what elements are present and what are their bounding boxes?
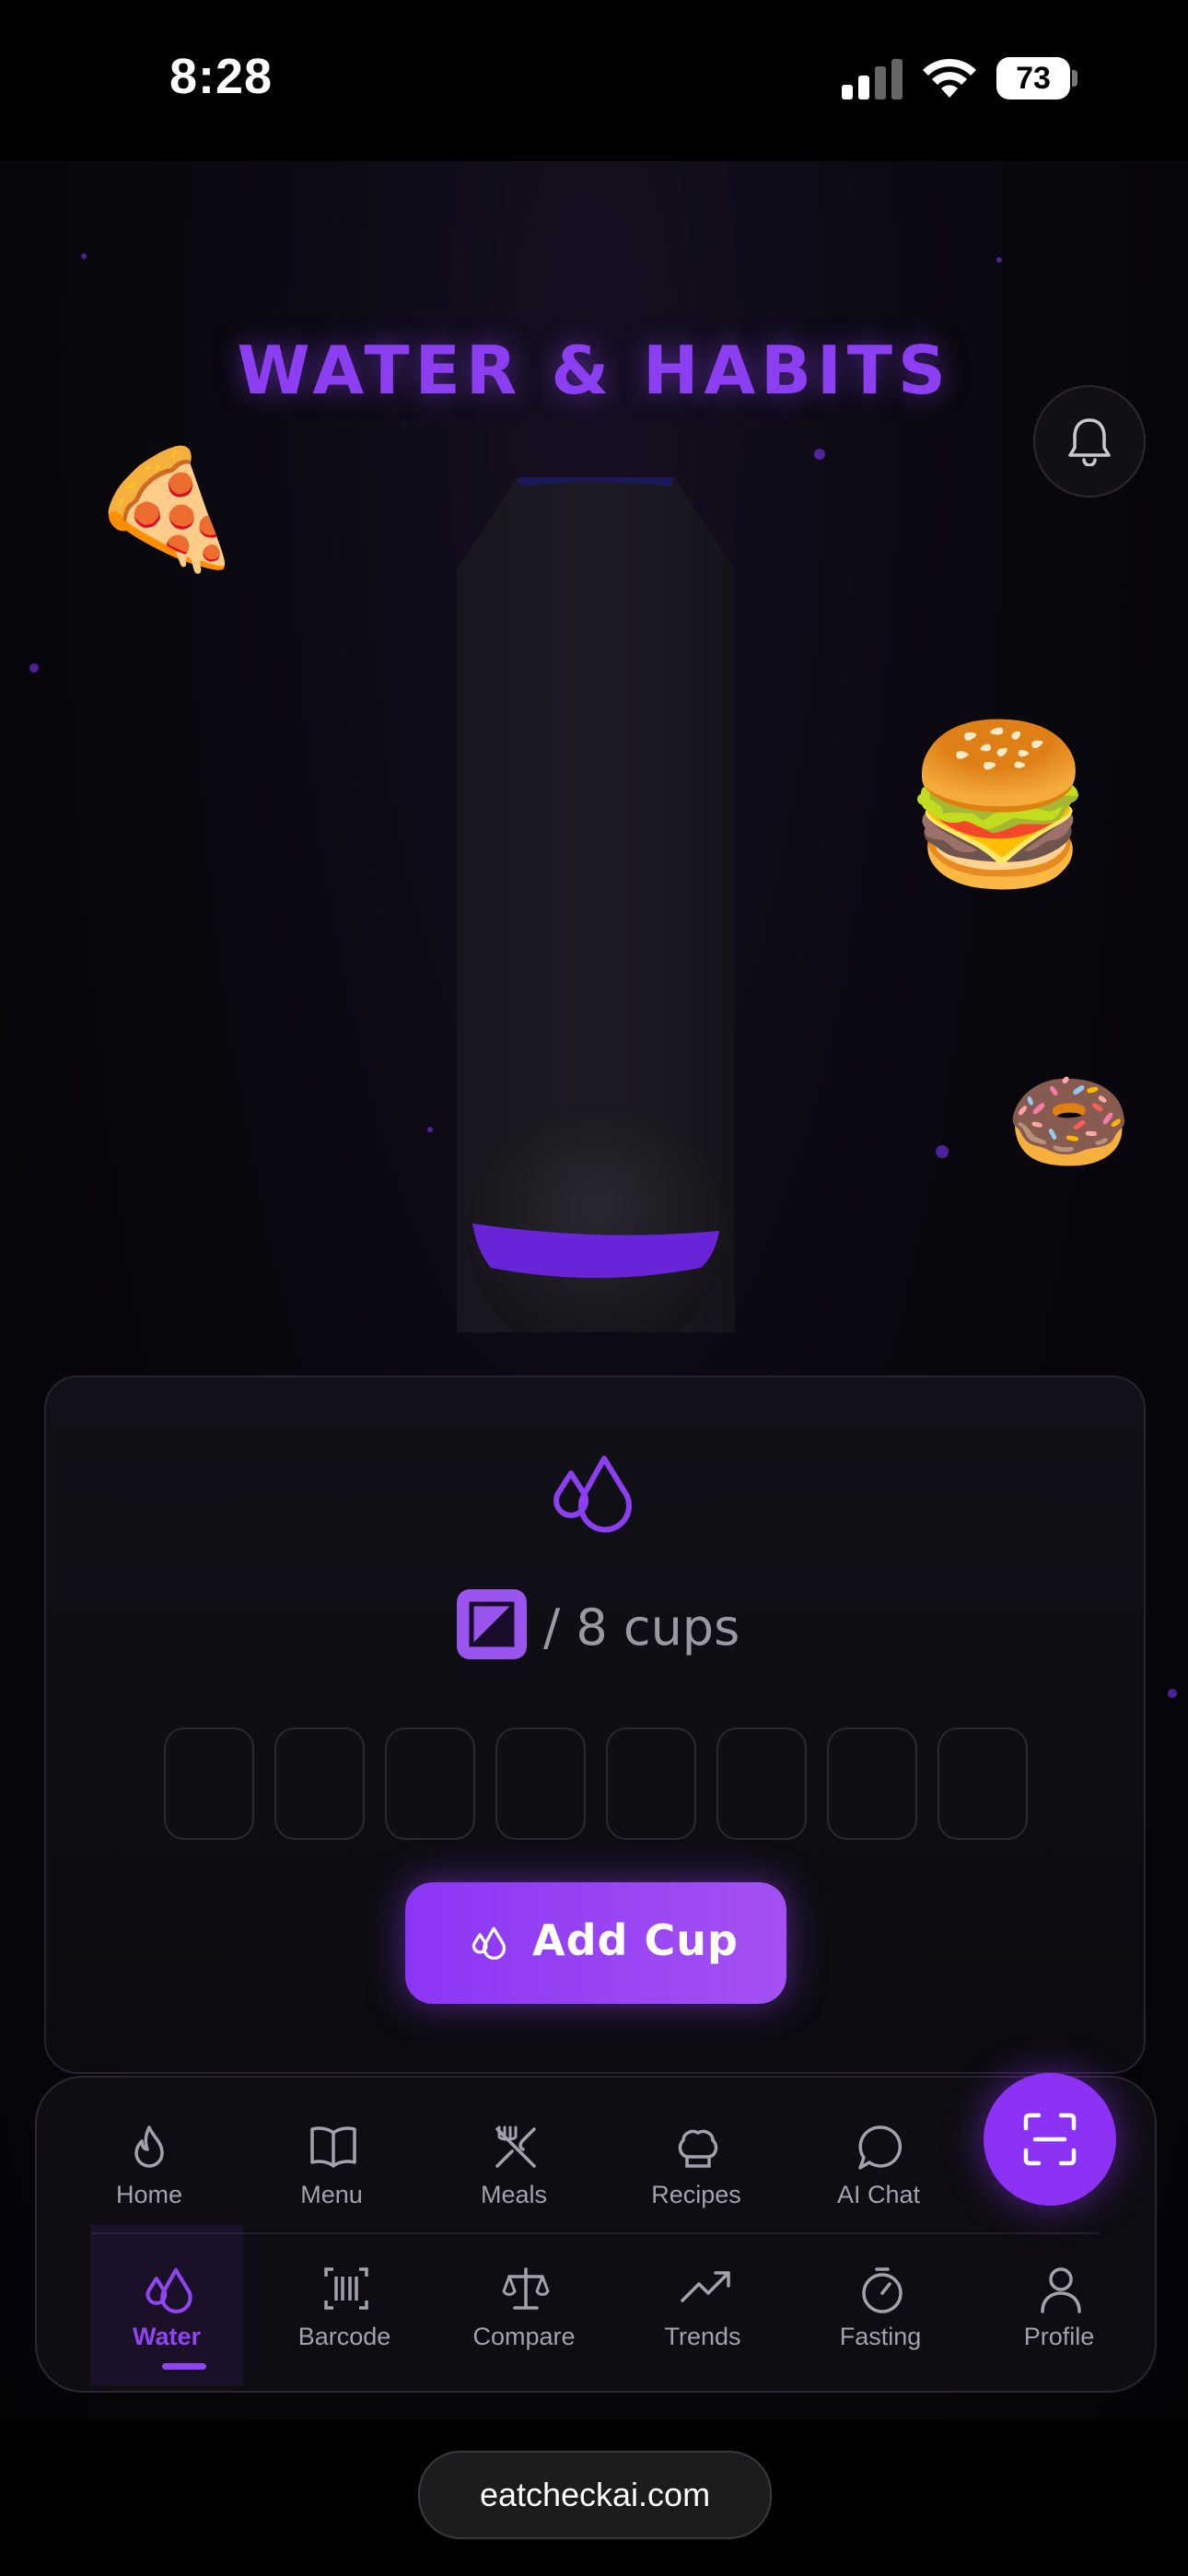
particle [936,1145,949,1158]
wifi-icon [923,58,976,98]
user-icon [1041,2267,1081,2313]
nav-label: Home [115,2181,183,2208]
donut-decoration: 🍩 [1006,1062,1132,1180]
nav-label: Fasting [839,2323,922,2350]
flame-icon [134,2125,164,2168]
particle [1168,1689,1177,1698]
burger-decoration: 🍔 [903,714,1096,895]
scale-icon [502,2267,550,2310]
add-cup-button[interactable]: Add Cup [405,1882,786,2004]
trending-up-icon [681,2271,730,2302]
nav-label: Compare [472,2323,576,2350]
nav-label: Recipes [651,2181,741,2208]
battery-icon: 73 [996,57,1077,100]
cup-slot[interactable] [827,1727,917,1840]
cup-count-glyph [457,1589,527,1659]
book-icon [310,2126,356,2168]
particle [814,449,825,460]
nav-label: AI Chat [836,2181,921,2208]
cup-slot[interactable] [385,1727,475,1840]
nav-item-compare[interactable]: Compare [450,2266,598,2376]
add-cup-label: Add Cup [532,1915,739,1965]
nav-item-home[interactable]: Home [76,2124,223,2234]
timer-icon [862,2267,903,2313]
battery-level: 73 [1016,61,1051,96]
bell-icon [1068,418,1111,466]
notifications-button[interactable] [1033,385,1146,498]
status-time: 8:28 [169,49,274,104]
nav-label: Water [132,2323,201,2350]
particle [29,663,39,673]
nav-label: Profile [1023,2323,1095,2350]
particle [427,1127,433,1132]
utensils-icon [495,2125,536,2168]
nav-item-profile[interactable]: Profile [985,2266,1133,2376]
nav-label: Barcode [297,2323,391,2350]
water-drops-icon [146,2267,192,2313]
nav-item-water[interactable]: Water [93,2266,240,2376]
nav-item-trends[interactable]: Trends [629,2266,776,2376]
browser-bar: eatcheckai.com [0,2418,1188,2576]
cup-slot[interactable] [274,1727,365,1840]
status-bar: 8:28 73 [0,0,1188,161]
cup-slot[interactable] [716,1727,807,1840]
chef-hat-icon [678,2129,718,2168]
particle [81,253,87,259]
cellular-signal-icon [842,59,903,100]
nav-label: Meals [480,2181,548,2208]
nav-item-menu[interactable]: Menu [258,2124,405,2234]
nav-item-fasting[interactable]: Fasting [807,2266,954,2376]
water-bottle-graphic [457,477,735,1332]
nav-label: Menu [300,2181,363,2208]
water-drops-icon [472,1926,507,1961]
water-tracker-card: / 8 cups Add Cup [44,1376,1146,2074]
url-bar[interactable]: eatcheckai.com [418,2451,772,2539]
cup-slot[interactable] [606,1727,696,1840]
nav-item-barcode[interactable]: Barcode [271,2266,418,2376]
scan-icon [1023,2113,1077,2166]
cup-slots [164,1727,1028,1840]
nav-item-recipes[interactable]: Recipes [623,2124,770,2234]
barcode-icon [324,2267,368,2310]
water-drops-icon [553,1456,632,1533]
cup-count: / 8 cups [46,1589,1144,1672]
cup-slot[interactable] [938,1727,1028,1840]
nav-label: Trends [664,2323,741,2350]
cup-slot[interactable] [495,1727,586,1840]
chat-bubble-icon [858,2125,903,2170]
nav-item-meals[interactable]: Meals [440,2124,588,2234]
cup-slot[interactable] [164,1727,254,1840]
nav-item-ai-chat[interactable]: AI Chat [805,2124,952,2234]
pizza-decoration: 🍕 [77,433,250,598]
particle [996,257,1002,263]
cup-count-suffix: / 8 cups [543,1598,740,1657]
page-title: WATER & HABITS [237,332,951,409]
scan-button[interactable] [984,2073,1116,2206]
